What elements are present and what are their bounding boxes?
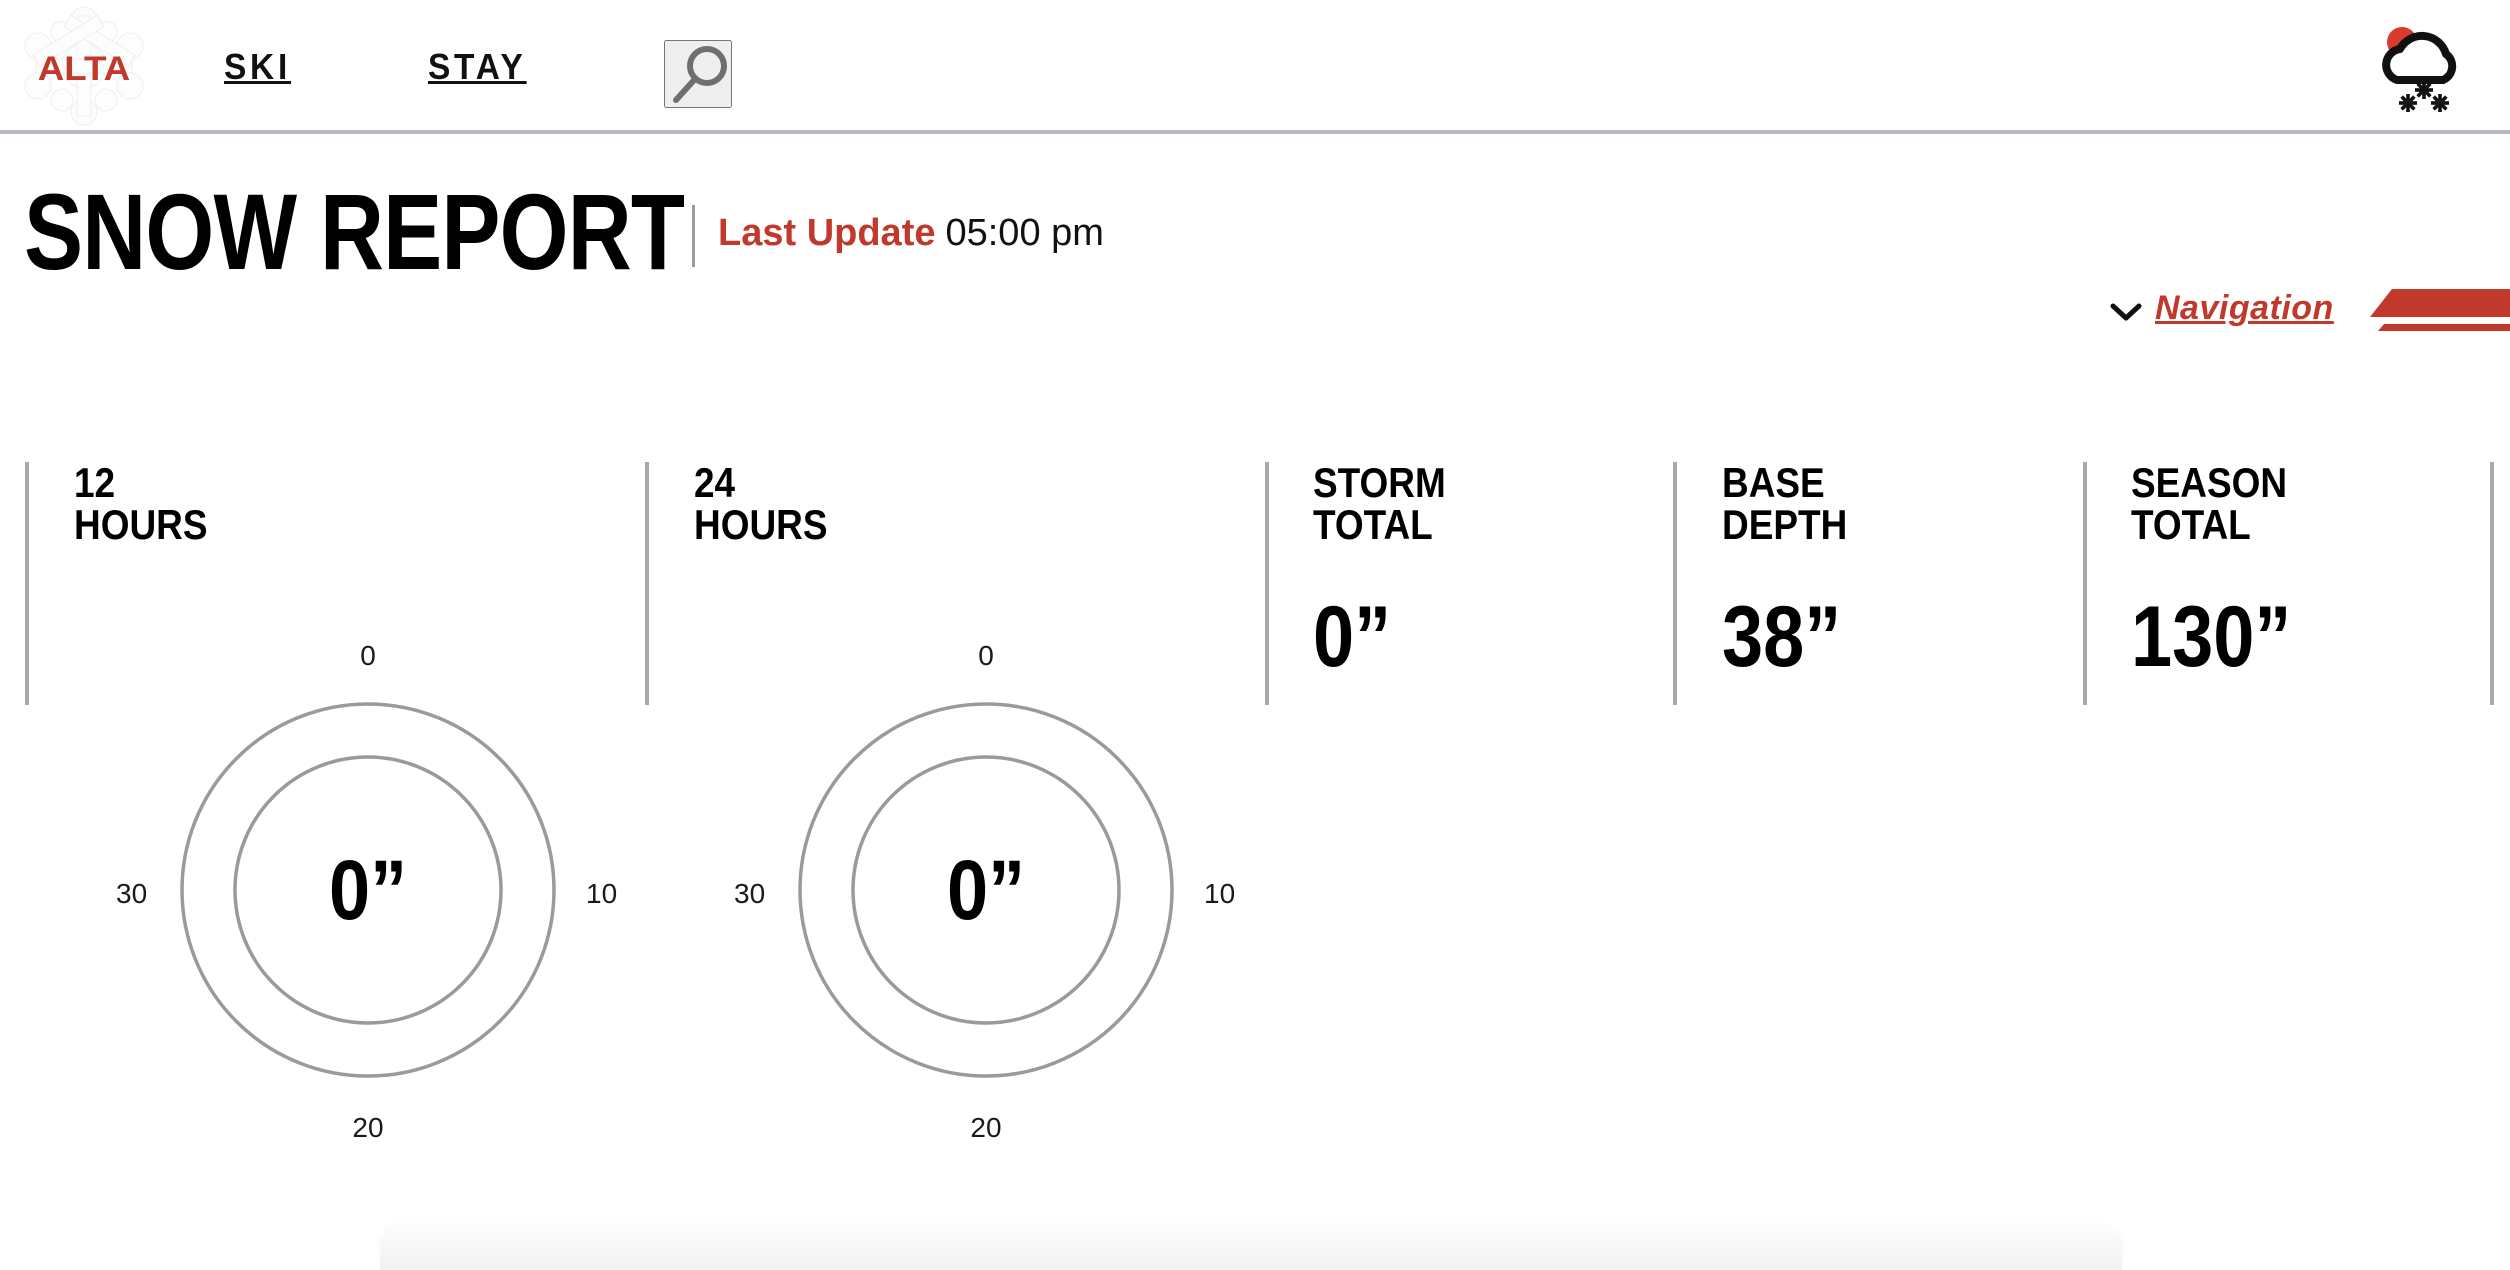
panel-12-hours: 12 HOURS <box>74 462 226 546</box>
gauge-24-hours: 0” 0 10 20 30 <box>734 640 1235 1143</box>
page-title: SNOW REPORT <box>24 171 685 292</box>
panel-storm-total-title: STORM TOTAL <box>1313 459 1446 548</box>
snow-report-page: ALTA SKI STAY Navigation SNOW REPORT Las… <box>0 0 2510 1270</box>
svg-text:ALTA: ALTA <box>38 50 130 87</box>
navigation-toggle-label[interactable]: Navigation <box>2155 289 2334 328</box>
panel-divider-5 <box>2083 462 2087 705</box>
search-button[interactable] <box>664 40 732 108</box>
gauge-24-tick-top: 0 <box>978 640 994 671</box>
panel-divider-4 <box>1673 462 1677 705</box>
site-header: ALTA SKI STAY <box>0 0 2510 134</box>
gauge-12-tick-left: 30 <box>116 878 148 909</box>
gauge-12-hours: 0” 0 10 20 30 <box>116 640 617 1143</box>
last-update-time: 05:00 pm <box>945 212 1104 254</box>
panel-divider-6 <box>2490 462 2494 705</box>
panel-base-depth-value: 38” <box>1722 589 1842 685</box>
gauge-12-hours-dial: 0” 0 10 20 30 <box>116 640 617 1143</box>
gauge-12-hours-value: 0” <box>328 842 408 937</box>
panel-base-depth-title: BASE DEPTH <box>1722 459 1848 548</box>
gauge-24-tick-right: 10 <box>1204 878 1236 909</box>
gauge-24-tick-bottom: 20 <box>970 1112 1002 1143</box>
title-separator <box>692 205 695 267</box>
panel-season-total-title: SEASON TOTAL <box>2131 459 2288 548</box>
gauge-12-tick-right: 10 <box>586 878 618 909</box>
panel-divider-2 <box>645 462 649 705</box>
panel-divider-3 <box>1265 462 1269 705</box>
panel-base-depth: BASE DEPTH 38” <box>1722 459 1864 685</box>
panel-storm-total: STORM TOTAL 0” <box>1313 459 1464 685</box>
alta-logo[interactable]: ALTA <box>22 6 146 126</box>
panel-storm-total-value: 0” <box>1313 589 1392 685</box>
panel-24-hours: 24 HOURS <box>694 462 846 546</box>
red-banner-accent <box>2370 289 2510 317</box>
panel-12-hours-title: 12 HOURS <box>74 459 208 548</box>
red-banner-underline <box>2378 324 2510 331</box>
gauge-24-tick-left: 30 <box>734 878 766 909</box>
panel-divider-1 <box>25 462 29 705</box>
last-update-label: Last Update <box>718 212 936 254</box>
nav-item-ski[interactable]: SKI <box>224 46 291 88</box>
panel-season-total-value: 130” <box>2131 589 2292 685</box>
snow-cloud-icon <box>2382 27 2457 112</box>
panel-season-total: SEASON TOTAL 130” <box>2131 459 2318 685</box>
panel-24-hours-title: 24 HOURS <box>694 459 828 548</box>
search-icon <box>673 46 727 103</box>
gauge-12-tick-bottom: 20 <box>352 1112 384 1143</box>
snowflake-icon: ALTA <box>24 6 144 126</box>
last-update: Last Update 05:00 pm <box>718 212 1104 255</box>
gauge-12-tick-top: 0 <box>360 640 376 671</box>
nav-item-stay[interactable]: STAY <box>428 46 527 88</box>
next-section-panel <box>380 1228 2122 1270</box>
gauge-24-hours-value: 0” <box>946 842 1026 937</box>
gauge-24-hours-dial: 0” 0 10 20 30 <box>734 640 1235 1143</box>
chevron-down-icon[interactable] <box>2110 302 2142 322</box>
weather-status-icon-wrap[interactable] <box>2366 20 2482 112</box>
